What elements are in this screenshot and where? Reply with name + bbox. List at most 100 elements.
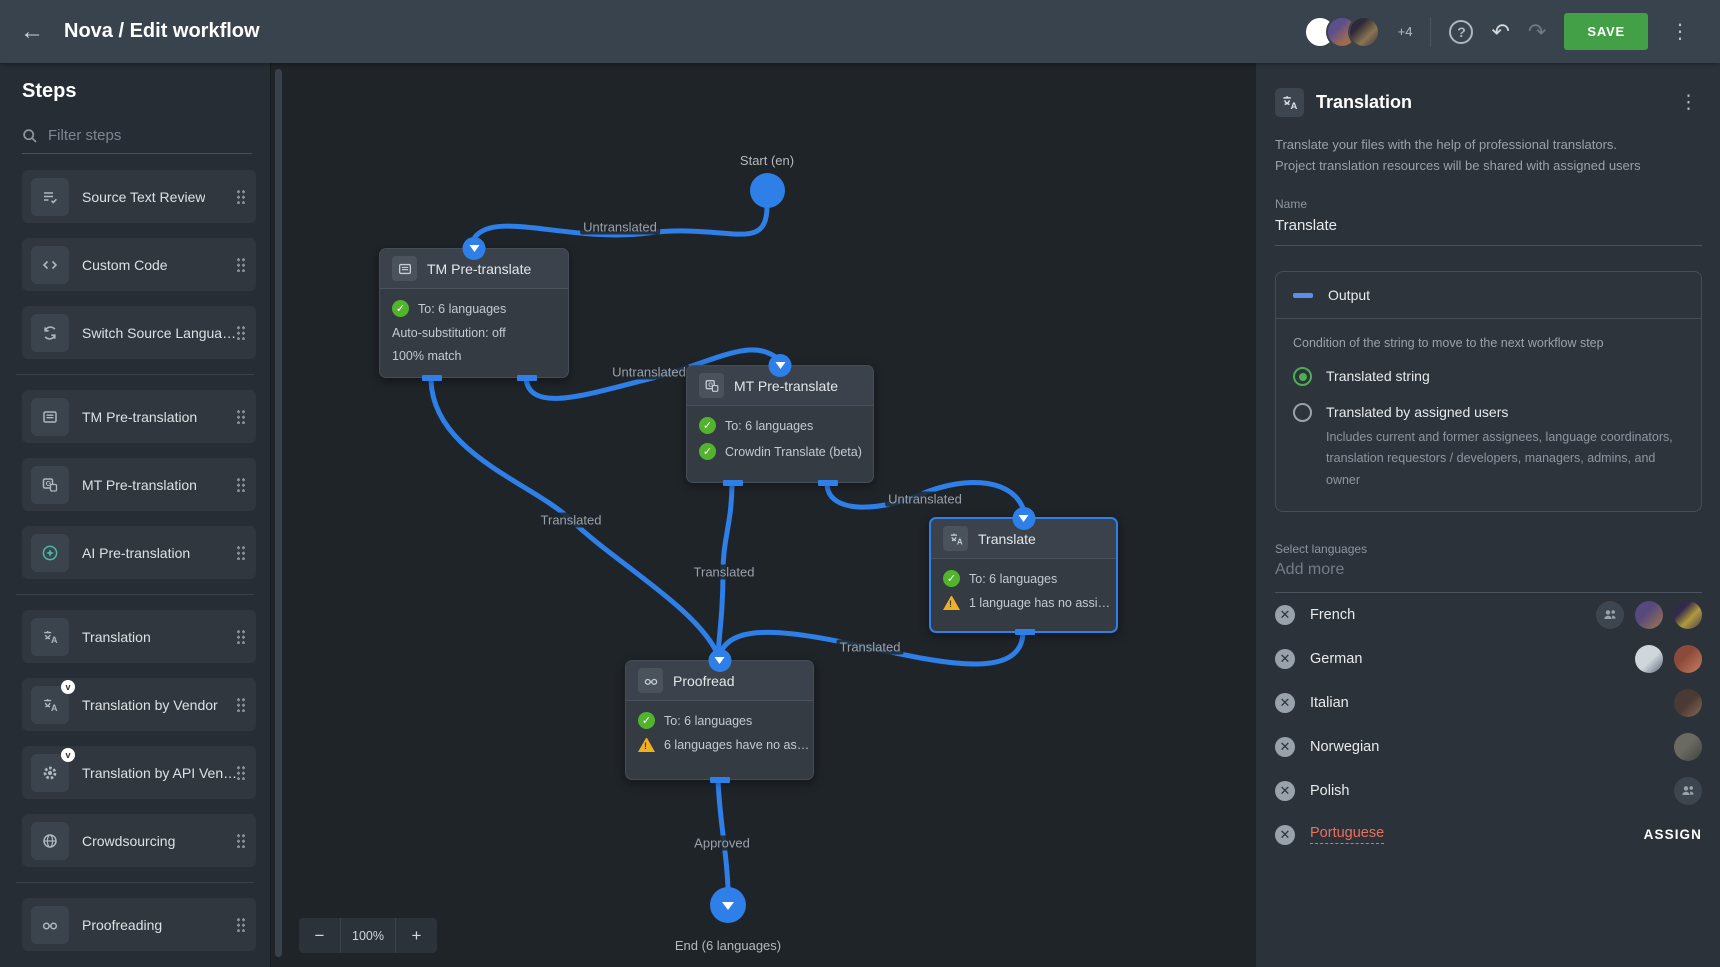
avatar[interactable] (1635, 601, 1663, 629)
sidebar-item-crowdsourcing[interactable]: Crowdsourcing (22, 814, 256, 867)
sidebar-item-source-text-review[interactable]: Source Text Review (22, 170, 256, 223)
redo-icon[interactable]: ↷ (1528, 21, 1546, 43)
avatar[interactable] (1348, 16, 1380, 48)
node-status-text: Auto-substitution: off (392, 326, 506, 340)
undo-icon[interactable]: ↶ (1491, 21, 1509, 43)
output-port[interactable] (723, 480, 743, 486)
assign-button[interactable]: ASSIGN (1644, 827, 1702, 842)
avatar[interactable] (1674, 689, 1702, 717)
sidebar-group-divider (16, 594, 254, 595)
top-bar: ← Nova / Edit workflow +4 ? ↶ ↷ SAVE ⋮ (0, 0, 1720, 63)
drag-handle-icon[interactable] (236, 545, 246, 560)
back-arrow-icon[interactable]: ← (0, 18, 64, 46)
output-port[interactable] (818, 480, 838, 486)
output-port[interactable] (517, 375, 537, 381)
translate-icon: A (948, 531, 964, 547)
node-translate[interactable]: A Translate ✓To: 6 languages 1 language … (929, 517, 1118, 633)
remove-language-icon[interactable]: ✕ (1275, 737, 1295, 757)
add-language-input[interactable] (1275, 556, 1702, 593)
edge-label-approved: Approved (691, 836, 753, 851)
remove-language-icon[interactable]: ✕ (1275, 781, 1295, 801)
avatar[interactable] (1674, 645, 1702, 673)
sidebar-item-switch-source-language[interactable]: Switch Source Langua… (22, 306, 256, 359)
collaborator-avatars[interactable] (1304, 16, 1380, 48)
language-name: Italian (1310, 695, 1349, 711)
radio-unselected-icon[interactable] (1293, 403, 1312, 422)
vendor-badge: v (61, 748, 75, 762)
sidebar-item-label: Translation by API Ven… (82, 765, 236, 781)
avatar[interactable] (1635, 645, 1663, 673)
node-status-text: To: 6 languages (418, 302, 506, 316)
glasses-icon (41, 916, 59, 934)
drag-handle-icon[interactable] (236, 697, 246, 712)
sidebar-item-label: TM Pre-translation (82, 409, 197, 425)
edge-label-untranslated: Untranslated (609, 365, 689, 380)
remove-language-icon[interactable]: ✕ (1275, 825, 1295, 845)
language-name: Norwegian (1310, 739, 1379, 755)
output-section: Output Condition of the string to move t… (1275, 271, 1702, 512)
drag-handle-icon[interactable] (236, 325, 246, 340)
radio-translated-by-assigned-users[interactable]: Translated by assigned users Includes cu… (1293, 403, 1684, 491)
sidebar-item-tm-pre-translation[interactable]: TM Pre-translation (22, 390, 256, 443)
zoom-in-button[interactable]: + (396, 918, 437, 953)
name-input[interactable] (1275, 211, 1702, 246)
sidebar-item-mt-pre-translation[interactable]: G MT Pre-translation (22, 458, 256, 511)
start-node[interactable] (750, 173, 785, 208)
sidebar-item-translation-by-api-vendor[interactable]: v Translation by API Ven… (22, 746, 256, 799)
end-node[interactable] (710, 887, 746, 923)
edge-label-translated: Translated (837, 640, 904, 655)
group-assignees-icon[interactable] (1674, 777, 1702, 805)
sidebar-item-label: Translation (82, 629, 151, 645)
node-title: TM Pre-translate (427, 261, 531, 277)
sidebar-item-ai-pre-translation[interactable]: AI Pre-translation (22, 526, 256, 579)
remove-language-icon[interactable]: ✕ (1275, 649, 1295, 669)
edge-label-translated: Translated (691, 565, 758, 580)
header-overflow-menu-icon[interactable]: ⋮ (1666, 19, 1694, 44)
avatars-overflow-count[interactable]: +4 (1398, 24, 1413, 39)
node-status-text: Crowdin Translate (beta) (725, 445, 862, 459)
globe-icon (41, 832, 59, 850)
language-row-italian: ✕ Italian (1275, 681, 1702, 725)
drag-handle-icon[interactable] (236, 765, 246, 780)
drag-handle-icon[interactable] (236, 409, 246, 424)
filter-steps-input[interactable] (48, 127, 228, 144)
output-port[interactable] (422, 375, 442, 381)
save-button[interactable]: SAVE (1564, 13, 1648, 50)
output-port[interactable] (1015, 629, 1035, 635)
drag-handle-icon[interactable] (236, 833, 246, 848)
group-assignees-icon[interactable] (1596, 601, 1624, 629)
sidebar-item-custom-code[interactable]: Custom Code (22, 238, 256, 291)
sidebar-group-divider (16, 882, 254, 883)
workflow-canvas[interactable]: Start (en) Untranslated Untranslated Unt… (270, 63, 1254, 967)
node-mt-pre-translate[interactable]: G MT Pre-translate ✓To: 6 languages ✓Cro… (686, 365, 874, 483)
panel-overflow-menu-icon[interactable]: ⋮ (1675, 91, 1702, 114)
radio-selected-icon[interactable] (1293, 367, 1312, 386)
remove-language-icon[interactable]: ✕ (1275, 605, 1295, 625)
sidebar-item-translation[interactable]: A Translation (22, 610, 256, 663)
drag-handle-icon[interactable] (236, 629, 246, 644)
search-icon (22, 128, 38, 144)
help-icon[interactable]: ? (1449, 20, 1473, 44)
drag-handle-icon[interactable] (236, 477, 246, 492)
node-tm-pre-translate[interactable]: TM Pre-translate ✓To: 6 languages Auto-s… (379, 248, 569, 378)
drag-handle-icon[interactable] (236, 917, 246, 932)
filter-steps-field[interactable] (22, 127, 252, 154)
drag-handle-icon[interactable] (236, 189, 246, 204)
sidebar-item-label: Switch Source Langua… (82, 325, 236, 341)
code-icon (41, 256, 59, 274)
zoom-toolbar: − 100% + (299, 918, 437, 953)
language-name-unassigned: Portuguese (1310, 825, 1384, 844)
avatar[interactable] (1674, 601, 1702, 629)
radio-translated-string[interactable]: Translated string (1293, 367, 1684, 386)
sidebar-item-proofreading[interactable]: Proofreading (22, 898, 256, 951)
language-row-norwegian: ✕ Norwegian (1275, 725, 1702, 769)
output-port[interactable] (710, 777, 730, 783)
remove-language-icon[interactable]: ✕ (1275, 693, 1295, 713)
zoom-out-button[interactable]: − (299, 918, 340, 953)
sidebar-item-translation-by-vendor[interactable]: A v Translation by Vendor (22, 678, 256, 731)
check-icon: ✓ (943, 570, 960, 587)
sidebar-item-label: Source Text Review (82, 189, 205, 205)
drag-handle-icon[interactable] (236, 257, 246, 272)
node-proofread[interactable]: Proofread ✓To: 6 languages 6 languages h… (625, 660, 814, 780)
avatar[interactable] (1674, 733, 1702, 761)
